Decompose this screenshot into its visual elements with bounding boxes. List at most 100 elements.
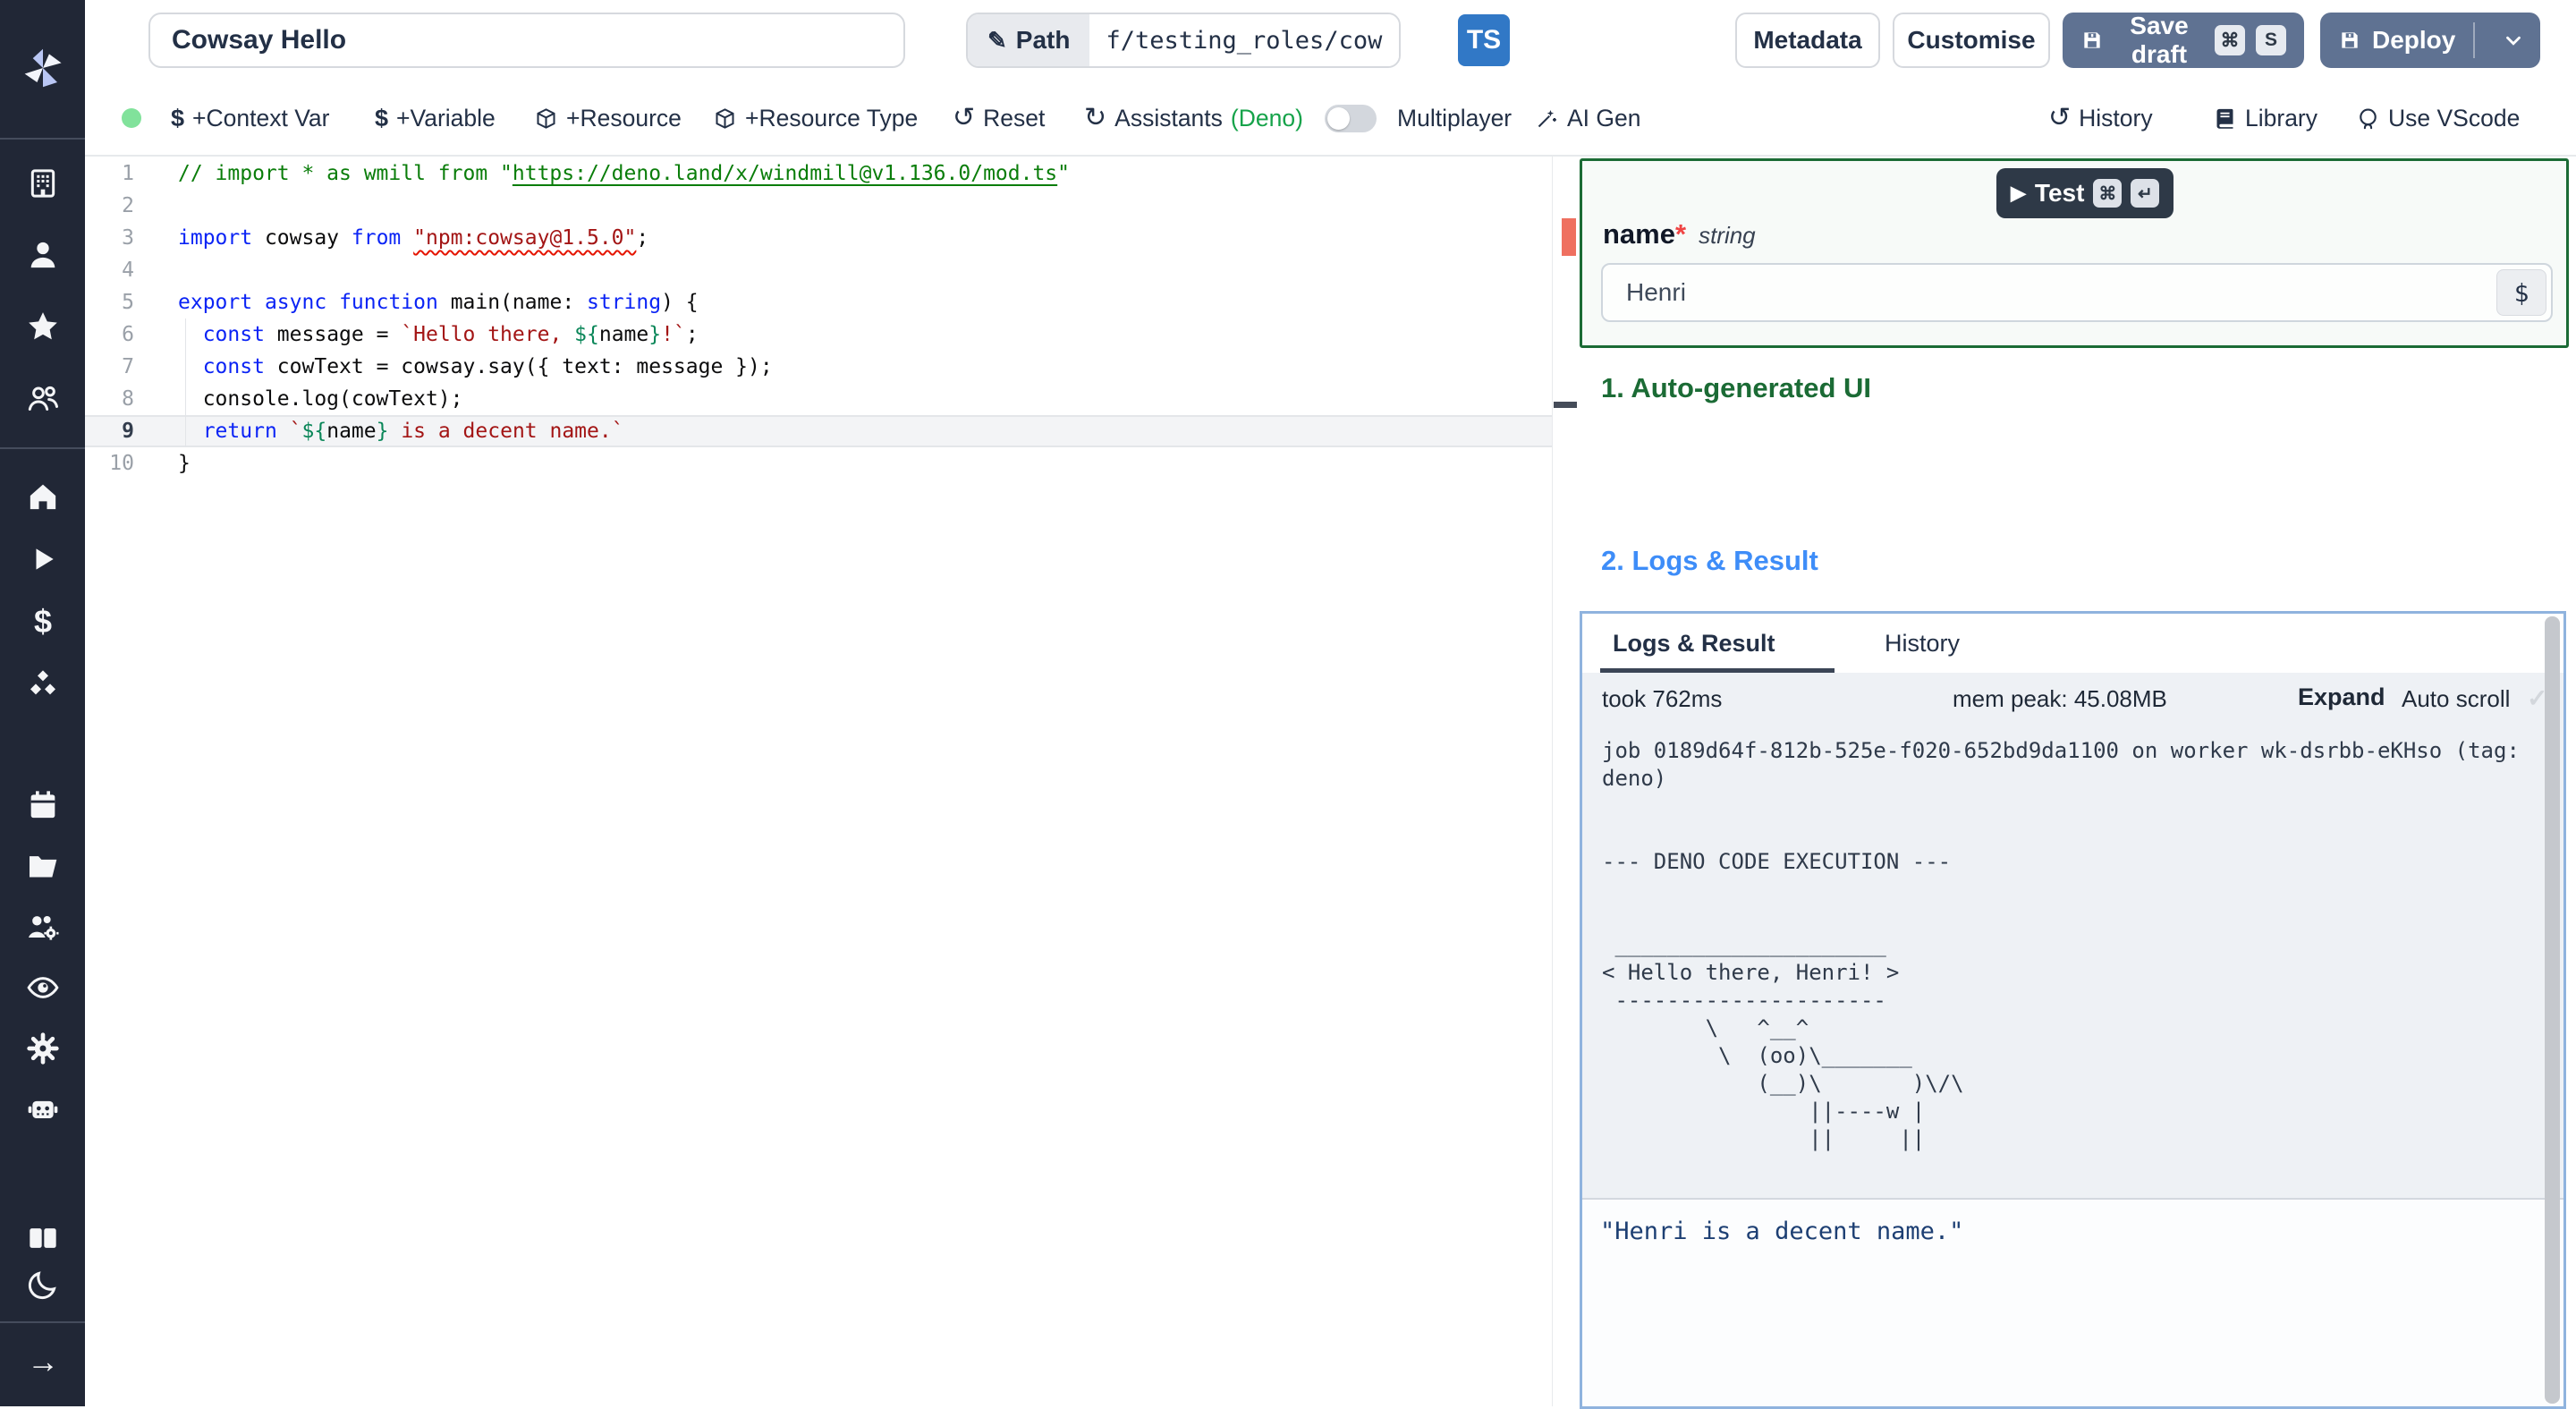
result-value: "Henri is a decent name." — [1600, 1218, 1964, 1245]
result-area: "Henri is a decent name." — [1582, 1198, 2563, 1406]
insert-variable-button[interactable]: $ — [2496, 269, 2546, 316]
ai-gen-button[interactable]: AI Gen — [1535, 92, 1641, 144]
wand-icon — [1535, 106, 1559, 131]
line-number: 1 — [122, 162, 134, 185]
add-variable-button[interactable]: $ +Variable — [375, 92, 496, 144]
save-draft-button[interactable]: Save draft ⌘ S — [2063, 12, 2304, 68]
code-line[interactable]: 1// import * as wmill from "https://deno… — [85, 157, 1552, 190]
log-output-area: took 762ms mem peak: 45.08MB Expand Auto… — [1582, 673, 2563, 1198]
path-label: Path — [1015, 26, 1071, 54]
line-number: 5 — [122, 291, 134, 314]
folders-icon[interactable] — [23, 846, 63, 886]
autoscroll-toggle[interactable]: Auto scroll — [2402, 685, 2510, 713]
line-number: 2 — [122, 194, 134, 217]
deploy-button[interactable]: Deploy — [2320, 13, 2540, 68]
path-button[interactable]: ✎ Path — [966, 13, 1402, 68]
argument-label: name* string — [1603, 218, 1756, 250]
line-number: 10 — [109, 452, 134, 475]
argument-type: string — [1699, 222, 1756, 249]
code-line[interactable]: 4 — [85, 254, 1552, 286]
memory-peak: mem peak: 45.08MB — [1953, 685, 2167, 712]
code-line[interactable]: 10} — [85, 447, 1552, 480]
code-line[interactable]: 8 console.log(cowText); — [85, 383, 1552, 415]
line-number: 4 — [122, 259, 134, 282]
logs-tabs: Logs & Result History — [1582, 614, 2563, 673]
sidebar: $ → — [0, 0, 85, 1406]
code-line[interactable]: 7 const cowText = cowsay.say({ text: mes… — [85, 351, 1552, 383]
path-value-input[interactable] — [1089, 14, 1400, 66]
workers-robot-icon[interactable] — [23, 1090, 63, 1129]
add-resource-button[interactable]: +Resource — [534, 92, 682, 144]
groups-icon[interactable] — [23, 378, 63, 418]
status-dot — [122, 108, 141, 128]
windmill-logo-icon[interactable] — [20, 45, 66, 91]
name-argument-input[interactable] — [1603, 265, 2488, 320]
code-lines: 1// import * as wmill from "https://deno… — [85, 157, 1552, 480]
package-icon — [534, 106, 558, 131]
home-icon[interactable] — [23, 477, 63, 516]
toggle-knob — [1327, 107, 1350, 130]
refresh-icon: ↻ — [1084, 103, 1107, 132]
line-number: 3 — [122, 226, 134, 250]
test-button[interactable]: ▶ Test ⌘ ↵ — [1996, 168, 2174, 218]
cursor-position-marker — [1554, 402, 1577, 408]
enter-key-badge: ↵ — [2131, 179, 2160, 208]
add-resource-type-button[interactable]: +Resource Type — [713, 92, 918, 144]
typescript-badge: TS — [1458, 14, 1510, 66]
schedules-calendar-icon[interactable] — [23, 785, 63, 825]
undo-icon: ↺ — [953, 103, 976, 132]
add-context-var-button[interactable]: $ +Context Var — [171, 92, 329, 144]
customise-button[interactable]: Customise — [1893, 13, 2050, 68]
user-icon[interactable] — [23, 235, 63, 275]
logs-scrollbar[interactable] — [2545, 616, 2560, 1404]
editor-overview-ruler — [1552, 157, 1553, 1406]
section-logs-result: 2. Logs & Result — [1601, 545, 1818, 576]
deploy-dropdown-chevron[interactable] — [2486, 29, 2540, 52]
line-number: 6 — [122, 323, 134, 346]
assistants-lang-label: (Deno) — [1230, 104, 1303, 132]
code-line[interactable]: 5 export async function main(name: string… — [85, 286, 1552, 318]
variables-dollar-icon[interactable]: $ — [23, 602, 63, 641]
package-icon — [713, 106, 737, 131]
indent-guide — [185, 318, 186, 447]
assistants-button[interactable]: ↻ Assistants (Deno) — [1084, 92, 1303, 144]
sidebar-divider — [0, 447, 85, 449]
multiplayer-toggle[interactable] — [1325, 105, 1377, 132]
expand-button[interactable]: Expand — [2298, 683, 2385, 711]
play-icon: ▶ — [2011, 182, 2026, 204]
line-number: 7 — [122, 355, 134, 378]
cmd-key-badge: ⌘ — [2215, 25, 2245, 55]
workspace-icon[interactable] — [23, 164, 63, 203]
code-line[interactable]: 6 const message = `Hello there, ${name}!… — [85, 318, 1552, 351]
history-icon: ↺ — [2048, 103, 2072, 132]
tab-logs-result[interactable]: Logs & Result — [1613, 614, 1775, 673]
s-key-badge: S — [2256, 25, 2286, 55]
groups-settings-icon[interactable] — [23, 907, 63, 946]
tab-history[interactable]: History — [1885, 614, 1960, 673]
metadata-button[interactable]: Metadata — [1735, 13, 1880, 68]
resources-cubes-icon[interactable] — [23, 665, 63, 704]
dollar-icon: $ — [171, 104, 185, 132]
code-line[interactable]: 9 return `${name} is a decent name.` — [85, 415, 1552, 447]
code-line[interactable]: 3 import cowsay from "npm:cowsay@1.5.0"; — [85, 222, 1552, 254]
save-icon — [2080, 29, 2104, 52]
code-line[interactable]: 2 — [85, 190, 1552, 222]
pencil-icon: ✎ — [987, 26, 1007, 54]
deploy-button-divider — [2473, 22, 2476, 58]
settings-gear-icon[interactable] — [23, 1029, 63, 1068]
dark-mode-moon-icon[interactable] — [23, 1265, 63, 1304]
library-button[interactable]: Library — [2213, 92, 2318, 144]
sidebar-divider — [0, 1321, 85, 1323]
sidebar-divider — [0, 138, 85, 140]
reset-button[interactable]: ↺ Reset — [953, 92, 1045, 144]
docs-books-icon[interactable] — [23, 1218, 63, 1258]
favorites-star-icon[interactable] — [23, 307, 63, 346]
code-editor[interactable]: 1// import * as wmill from "https://deno… — [85, 157, 1552, 1406]
runs-play-icon[interactable] — [23, 539, 63, 579]
audit-eye-icon[interactable] — [23, 968, 63, 1007]
error-marker — [1562, 218, 1576, 256]
script-title-input[interactable] — [148, 13, 905, 68]
history-button[interactable]: ↺ History — [2048, 92, 2153, 144]
use-vscode-button[interactable]: Use VScode — [2356, 92, 2520, 144]
expand-sidebar-arrow-icon[interactable]: → — [23, 1342, 63, 1381]
